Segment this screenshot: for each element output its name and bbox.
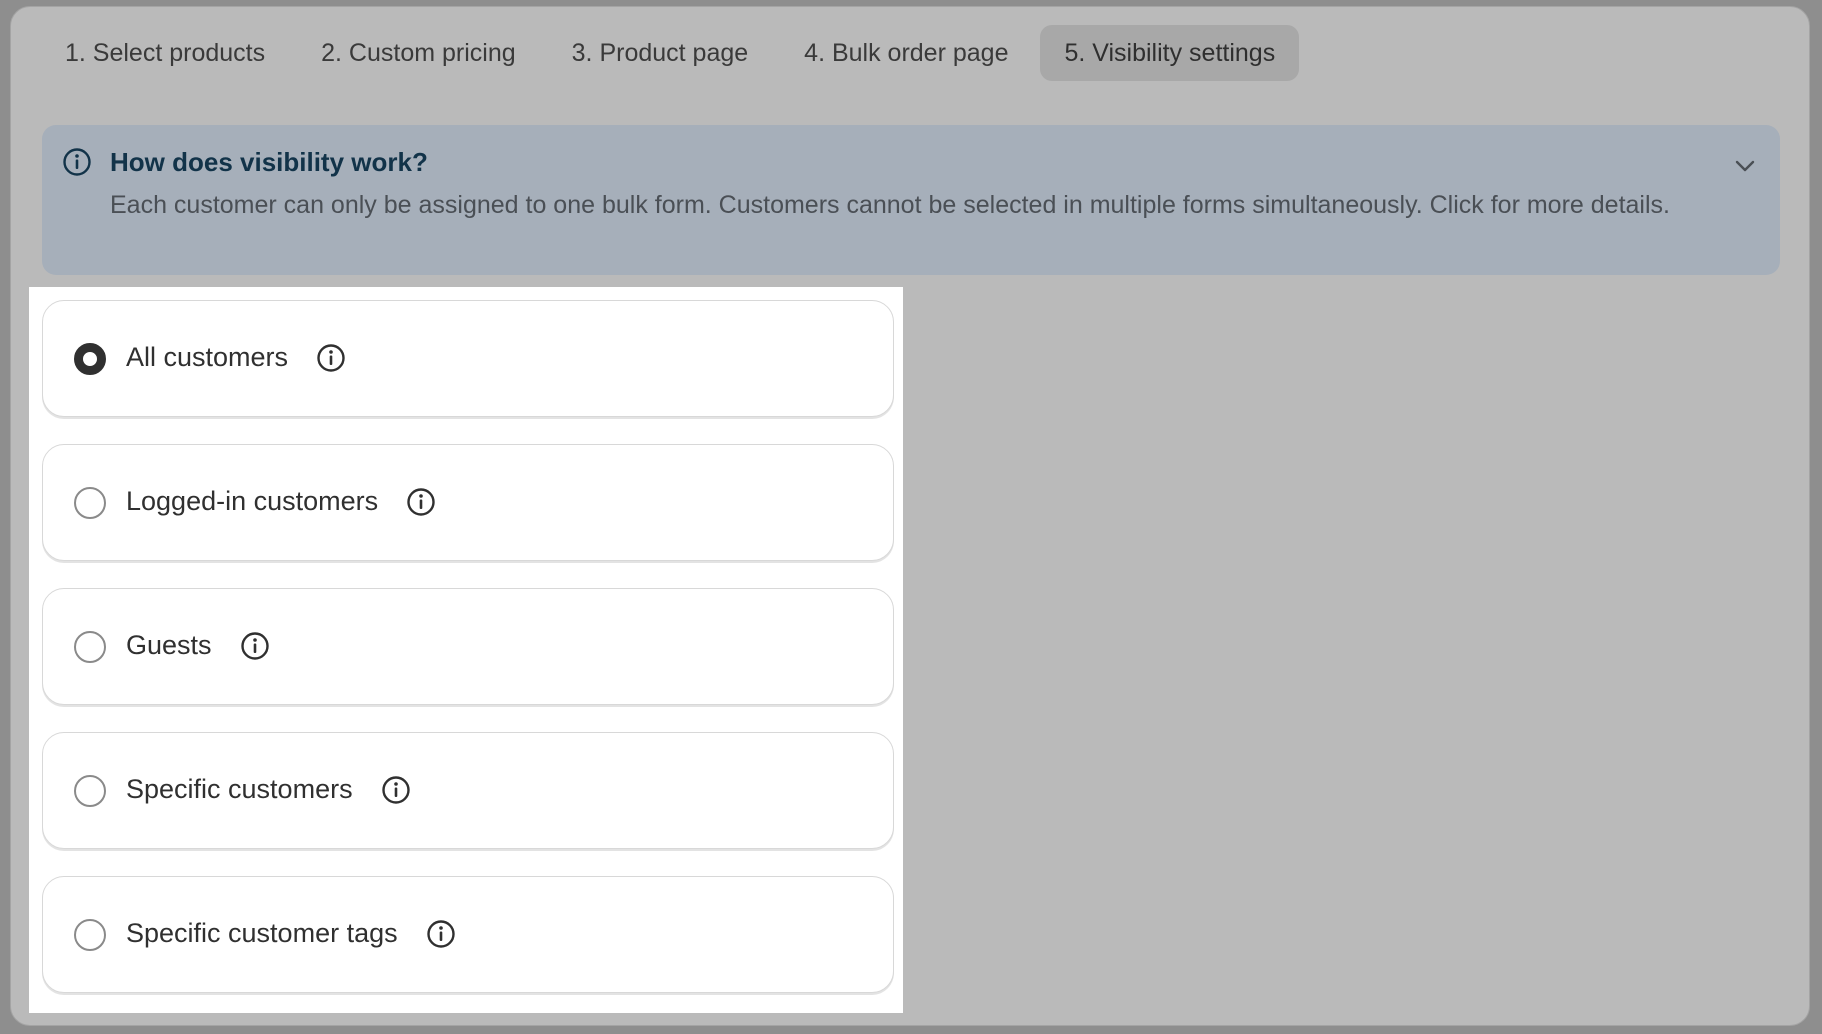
tab-product-page[interactable]: 3. Product page xyxy=(548,25,773,81)
info-icon[interactable] xyxy=(381,775,411,805)
option-label: Guests xyxy=(126,630,212,660)
step-tabs: 1. Select products 2. Custom pricing 3. … xyxy=(41,23,1300,83)
radio-guests[interactable] xyxy=(74,631,106,663)
info-icon[interactable] xyxy=(316,343,346,373)
option-label: Specific customer tags xyxy=(126,918,398,948)
visibility-info-banner[interactable]: How does visibility work? Each customer … xyxy=(42,125,1780,275)
tab-visibility-settings[interactable]: 5. Visibility settings xyxy=(1040,25,1300,81)
radio-all-customers[interactable] xyxy=(74,343,106,375)
option-label: All customers xyxy=(126,342,289,372)
option-logged-in-customers[interactable]: Logged-in customers xyxy=(42,444,894,561)
info-icon[interactable] xyxy=(406,487,436,517)
chevron-down-icon[interactable] xyxy=(1732,153,1758,179)
option-all-customers[interactable]: All customers xyxy=(42,300,894,417)
tab-bulk-order-page[interactable]: 4. Bulk order page xyxy=(780,25,1032,81)
option-guests[interactable]: Guests xyxy=(42,588,894,705)
visibility-options-panel: All customers Logged-in customers Guests… xyxy=(29,287,903,1013)
info-icon xyxy=(63,148,91,176)
option-label: Specific customers xyxy=(126,774,353,804)
radio-logged-in-customers[interactable] xyxy=(74,487,106,519)
banner-title: How does visibility work? xyxy=(110,147,428,177)
radio-specific-customer-tags[interactable] xyxy=(74,919,106,951)
radio-specific-customers[interactable] xyxy=(74,775,106,807)
banner-description: Each customer can only be assigned to on… xyxy=(110,191,1670,219)
option-specific-customers[interactable]: Specific customers xyxy=(42,732,894,849)
option-specific-customer-tags[interactable]: Specific customer tags xyxy=(42,876,894,993)
info-icon[interactable] xyxy=(240,631,270,661)
tab-custom-pricing[interactable]: 2. Custom pricing xyxy=(297,25,540,81)
option-label: Logged-in customers xyxy=(126,486,379,516)
info-icon[interactable] xyxy=(426,919,456,949)
app-window: 1. Select products 2. Custom pricing 3. … xyxy=(10,6,1810,1026)
tab-select-products[interactable]: 1. Select products xyxy=(41,25,289,81)
